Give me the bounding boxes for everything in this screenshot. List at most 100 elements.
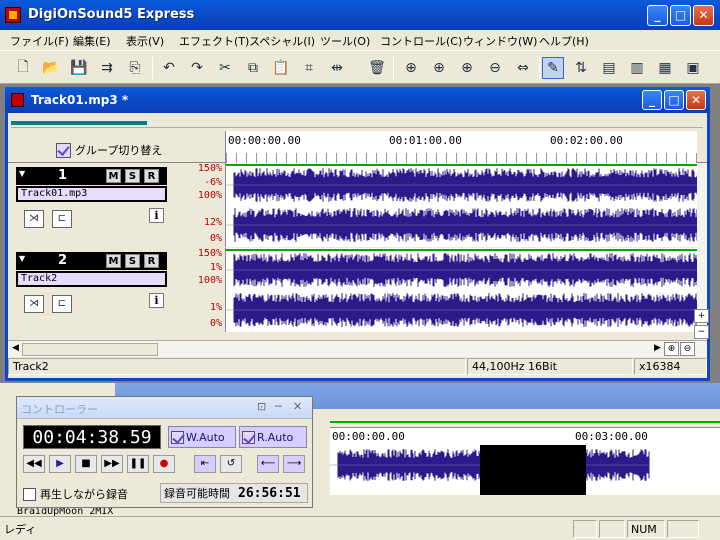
waveform-track-2[interactable] (225, 248, 697, 332)
track-number: 1 (58, 168, 68, 183)
record-arm-button[interactable]: R (144, 169, 159, 183)
info-icon[interactable]: i (149, 293, 164, 308)
record-to-file-icon[interactable]: ⇉ (96, 57, 118, 79)
track-effect-icon[interactable]: ⋊ (24, 210, 44, 228)
close-button[interactable]: ✕ (693, 5, 714, 26)
menu-control[interactable]: コントロール(C) (380, 33, 462, 49)
tw-close-button[interactable]: ✕ (686, 90, 706, 110)
time-display: 00:04:38.59 (23, 425, 161, 449)
info-icon[interactable]: i (149, 208, 164, 223)
copy-icon[interactable]: ⧉ (242, 57, 264, 79)
r-auto-button[interactable]: R.Auto (239, 426, 307, 448)
new-file-icon[interactable]: 🗋 (12, 57, 34, 79)
play-icon[interactable]: ▶ (49, 455, 71, 473)
meter-icon[interactable]: ▤ (598, 57, 620, 79)
solo-button[interactable]: S (125, 169, 140, 183)
snap-icon[interactable]: ▦ (654, 57, 676, 79)
mixer-icon[interactable]: ⇅ (570, 57, 592, 79)
track-name-field[interactable]: Track2 (16, 271, 167, 287)
vertical-scrollbar[interactable]: + − (694, 163, 709, 340)
app-icon (5, 7, 21, 23)
tw-minimize-button[interactable]: _ (642, 90, 662, 110)
rewind-icon[interactable]: ◀◀ (23, 455, 45, 473)
open-folder-icon[interactable]: 📂 (40, 57, 62, 79)
pause-icon[interactable]: ❚❚ (127, 455, 149, 473)
hzoom-out-icon[interactable]: ⊖ (680, 342, 695, 356)
mute-button[interactable]: M (106, 169, 121, 183)
track-name-field[interactable]: Track01.mp3 (16, 186, 167, 202)
menu-window[interactable]: ウィンドウ(W) (463, 33, 537, 49)
solo-button[interactable]: S (125, 254, 140, 268)
zoom-all-icon[interactable]: ⊕ (428, 57, 450, 79)
menu-view[interactable]: 表示(V) (126, 33, 164, 49)
crop-icon[interactable]: ⌗ (298, 57, 320, 79)
monitor-icon[interactable]: ▣ (682, 57, 704, 79)
track-window: Track01.mp3 * _ □ ✕ グループ切り替え 00:00:00.00… (5, 87, 710, 381)
menu-file[interactable]: ファイル(F) (10, 33, 69, 49)
export-icon[interactable]: ⎘ (124, 57, 146, 79)
fast-forward-icon[interactable]: ▶▶ (101, 455, 123, 473)
loop-icon[interactable]: ↺ (220, 455, 242, 473)
controller-minimize-button[interactable]: ─ (275, 400, 282, 413)
menu-tool[interactable]: ツール(O) (320, 33, 370, 49)
maximize-button[interactable]: □ (670, 5, 691, 26)
menu-help[interactable]: ヘルプ(H) (539, 33, 589, 49)
record-icon[interactable]: ● (153, 455, 175, 473)
level-scale: 150% -6% 100% 12% 0% (175, 163, 225, 247)
menu-effect[interactable]: エフェクト(T) (179, 33, 249, 49)
track-row-2: ▼ 2 M S R Track2 ⋊ ⊏ i 150% 1% 100% 1% 0… (8, 248, 707, 332)
track-eq-icon[interactable]: ⊏ (52, 295, 72, 313)
dock-icon[interactable]: ⊡ (257, 400, 266, 413)
paste-icon[interactable]: 📋 (270, 57, 292, 79)
app-title: DigiOnSound5 Express (28, 7, 195, 22)
record-while-playing[interactable]: 再生しながら録音 (23, 486, 128, 502)
overview-strip[interactable] (8, 113, 707, 131)
zoom-sel-icon[interactable]: ⊕ (456, 57, 478, 79)
vzoom-out-icon[interactable]: − (694, 325, 709, 339)
hzoom-in-icon[interactable]: ⊕ (664, 342, 679, 356)
track-number-box: ▼ 1 M S R (16, 167, 167, 185)
select-end-icon[interactable]: ⟶ (283, 455, 305, 473)
record-arm-button[interactable]: R (144, 254, 159, 268)
track-effect-icon[interactable]: ⋊ (24, 295, 44, 313)
scroll-left-icon[interactable]: ◀ (12, 343, 19, 353)
redo-icon[interactable]: ↷ (186, 57, 208, 79)
pencil-icon[interactable]: ✎ (542, 57, 564, 79)
cut-icon[interactable]: ✂ (214, 57, 236, 79)
select-start-icon[interactable]: ⟵ (257, 455, 279, 473)
second-time-ruler[interactable]: 00:00:00.00 00:03:00.00 (330, 427, 720, 445)
delete-icon[interactable]: 🗑 (366, 57, 388, 79)
horizontal-scrollbar[interactable]: ◀ ▶ ⊕ ⊖ (8, 340, 707, 357)
insert-icon[interactable]: ⇹ (326, 57, 348, 79)
vzoom-in-icon[interactable]: + (694, 309, 709, 323)
list-icon[interactable]: ▥ (626, 57, 648, 79)
menu-special[interactable]: スペシャル(I) (249, 33, 315, 49)
track-window-title: Track01.mp3 * (31, 93, 129, 107)
waveform-track-1[interactable] (225, 163, 697, 247)
track-header-1: ▼ 1 M S R Track01.mp3 ⋊ ⊏ i (16, 163, 173, 247)
second-waveform[interactable] (330, 445, 720, 495)
controller-close-button[interactable]: ✕ (293, 400, 302, 413)
w-auto-button[interactable]: W.Auto (168, 426, 236, 448)
record-while-playing-checkbox[interactable] (23, 487, 36, 501)
goto-start-icon[interactable]: ⇤ (194, 455, 216, 473)
scroll-right-icon[interactable]: ▶ (654, 343, 661, 353)
save-icon[interactable]: 💾 (68, 57, 90, 79)
fit-icon[interactable]: ⇔ (512, 57, 534, 79)
zoom-out-icon[interactable]: ⊖ (484, 57, 506, 79)
group-toggle[interactable]: グループ切り替え (56, 141, 162, 159)
stop-icon[interactable]: ■ (75, 455, 97, 473)
zoom-in-icon[interactable]: ⊕ (400, 57, 422, 79)
menu-edit[interactable]: 編集(E) (73, 33, 111, 49)
controller-titlebar[interactable]: コントローラー ⊡ ─ ✕ (17, 397, 312, 419)
undo-icon[interactable]: ↶ (158, 57, 180, 79)
tw-maximize-button[interactable]: □ (664, 90, 684, 110)
status-text: レディ (4, 523, 37, 536)
minimize-button[interactable]: _ (647, 5, 668, 26)
track-window-titlebar: Track01.mp3 * _ □ ✕ (5, 87, 710, 113)
track-eq-icon[interactable]: ⊏ (52, 210, 72, 228)
scroll-thumb[interactable] (22, 343, 158, 356)
time-ruler[interactable]: 00:00:00.00 00:01:00.00 00:02:00.00 (225, 131, 698, 163)
mute-button[interactable]: M (106, 254, 121, 268)
selection-region[interactable] (480, 445, 586, 495)
